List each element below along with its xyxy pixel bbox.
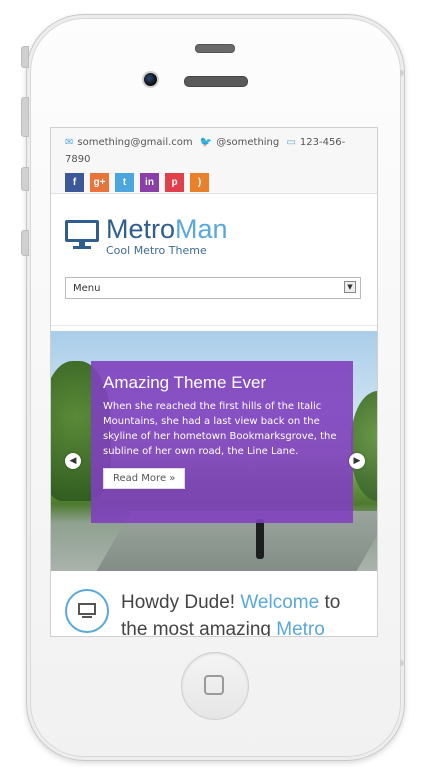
volume-down-button — [21, 230, 29, 256]
slide-title: Amazing Theme Ever — [103, 373, 267, 392]
slide-caption: Amazing Theme Ever When she reached the … — [91, 361, 353, 523]
contact-email[interactable]: something@gmail.com — [77, 137, 192, 148]
walking-person — [256, 519, 264, 559]
twitter-bird-icon: 🐦 — [199, 137, 213, 148]
contact-line: ✉ something@gmail.com 🐦 @something ▭ 123-45… — [65, 134, 367, 168]
volume-mid-button — [21, 167, 29, 191]
home-button[interactable] — [181, 652, 249, 720]
welcome-heading: Howdy Dude! Welcome to the most amazing … — [121, 589, 363, 636]
volume-up-button — [21, 97, 29, 137]
welcome-metro[interactable]: Metro — [276, 619, 325, 636]
menu-select[interactable]: Menu ▼ — [65, 277, 361, 299]
slider-prev-arrow-icon[interactable]: ◀ — [65, 453, 81, 469]
earpiece-speaker — [184, 76, 248, 87]
desktop-monitor-icon — [65, 220, 99, 250]
contact-twitter[interactable]: @something — [216, 137, 279, 148]
dropdown-arrow-icon[interactable]: ▼ — [344, 281, 356, 293]
logo-title: MetroMan — [106, 216, 228, 243]
site-logo[interactable]: MetroMan Cool Metro Theme — [65, 216, 363, 257]
rss-icon[interactable]: ) — [190, 173, 209, 192]
mute-switch — [21, 46, 29, 68]
twitter-icon[interactable]: t — [115, 173, 134, 192]
google-plus-icon[interactable]: g+ — [90, 173, 109, 192]
slider-next-arrow-icon[interactable]: ▶ — [349, 453, 365, 469]
phone-screen: ✉ something@gmail.com 🐦 @something ▭ 123-45… — [50, 127, 378, 637]
tree-right — [351, 391, 377, 501]
envelope-icon: ✉ — [65, 137, 74, 148]
welcome-part1: Howdy Dude! — [121, 592, 241, 613]
logo-title-part2: Man — [175, 214, 228, 244]
logo-tagline: Cool Metro Theme — [106, 244, 207, 257]
logo-title-part1: Metro — [106, 214, 176, 244]
hero-slider: Amazing Theme Ever When she reached the … — [51, 331, 377, 571]
desktop-circle-icon — [65, 589, 109, 633]
slide-text: When she reached the first hills of the … — [103, 401, 337, 457]
social-icons: f g+ t in p ) — [65, 173, 367, 192]
monitor-icon: ▭ — [286, 137, 296, 148]
front-camera — [142, 71, 159, 88]
welcome-link[interactable]: Welcome — [240, 592, 319, 613]
menu-select-label: Menu — [73, 282, 101, 294]
welcome-section: Howdy Dude! Welcome to the most amazing … — [51, 571, 377, 636]
read-more-button[interactable]: Read More » — [103, 468, 186, 489]
home-square-icon — [204, 675, 224, 695]
facebook-icon[interactable]: f — [65, 173, 84, 192]
site-header: MetroMan Cool Metro Theme Menu ▼ — [51, 194, 377, 326]
top-sensor — [195, 44, 235, 53]
top-info-bar: ✉ something@gmail.com 🐦 @something ▭ 123-45… — [51, 128, 377, 194]
linkedin-icon[interactable]: in — [140, 173, 159, 192]
pinterest-icon[interactable]: p — [165, 173, 184, 192]
